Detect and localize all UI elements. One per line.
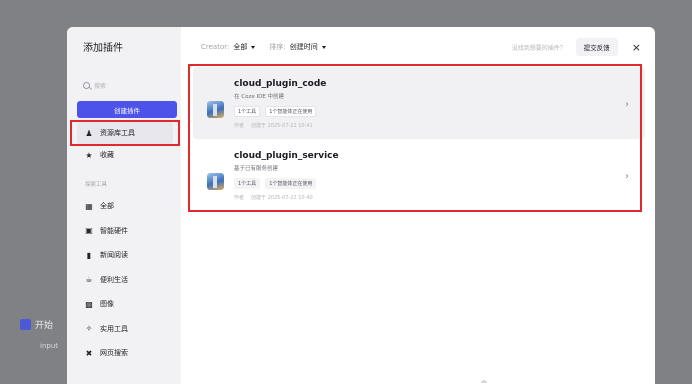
plugin-name: cloud_plugin_service: [234, 151, 339, 161]
plugin-created-at: 创建于 2025-07-22 10:40: [251, 195, 313, 201]
filter-bar: Creator: 全部 排序: 创建时间 没找到想要的插件？ 提交反馈 ×: [181, 27, 655, 67]
submit-feedback-button[interactable]: 提交反馈: [575, 38, 618, 56]
chevron-right-icon[interactable]: ›: [625, 171, 629, 182]
chevron-right-icon[interactable]: ›: [625, 99, 629, 110]
highlight-box-library-tools: [70, 120, 180, 146]
sidebar-item-image[interactable]: ▩ 图像: [77, 292, 173, 317]
missing-plugin-link[interactable]: 没找到想要的插件？: [512, 43, 566, 52]
book-icon: ▮: [86, 250, 92, 260]
coffee-icon: ☕: [85, 275, 93, 285]
sidebar-item-label: 实用工具: [100, 324, 128, 333]
sidebar-item-favorites[interactable]: ★ 收藏: [77, 144, 173, 166]
sidebar-item-web-search[interactable]: ✖ 网页搜索: [77, 341, 173, 366]
sidebar-item-label: 图像: [100, 300, 114, 309]
sidebar-item-label: 智能硬件: [100, 226, 128, 235]
sidebar-item-all[interactable]: ▦ 全部: [77, 194, 173, 219]
sort-filter[interactable]: 排序: 创建时间: [269, 42, 326, 52]
chevron-down-icon: [251, 45, 256, 49]
plugin-author: 作者: [234, 123, 245, 129]
plugin-avatar: [207, 101, 224, 118]
dialog-title: 添加插件: [83, 43, 123, 54]
plugin-created-at: 创建于 2025-07-22 10:41: [251, 123, 313, 129]
search-icon: [83, 81, 90, 89]
sort-filter-label: 排序:: [269, 43, 286, 51]
tool-count-tag: 1个工具: [234, 178, 261, 189]
sidebar-item-smart-hardware[interactable]: ▣ 智能硬件: [77, 219, 173, 244]
workflow-start-node[interactable]: 开始: [20, 318, 53, 331]
sidebar-item-label: 全部: [100, 202, 114, 211]
plugin-list: cloud_plugin_code 在 Coze IDE 中创建 1个工具 1个…: [181, 64, 655, 212]
plugin-card[interactable]: cloud_plugin_code 在 Coze IDE 中创建 1个工具 1个…: [193, 67, 645, 139]
start-node-input-label: input: [40, 342, 59, 350]
start-node-label: 开始: [35, 321, 54, 331]
add-plugin-dialog: 添加插件 搜索 创建插件 ♟ 资源库工具 ★ 收藏 探索工具 ▦ 全部 ▣ 智能…: [67, 27, 655, 384]
scroll-indicator: [481, 380, 487, 383]
close-icon[interactable]: ×: [632, 41, 641, 54]
chip-icon: ▣: [85, 226, 93, 236]
plugin-card[interactable]: cloud_plugin_service 基于已有服务创建 1个工具 1个智能体…: [193, 139, 645, 211]
sidebar-item-lifestyle[interactable]: ☕ 便利生活: [77, 268, 173, 293]
tool-count-tag: 1个工具: [234, 106, 261, 117]
creator-filter-value: 全部: [233, 43, 248, 51]
sidebar-item-label: 便利生活: [100, 275, 128, 284]
plugin-name: cloud_plugin_code: [234, 79, 327, 89]
plugin-description: 基于已有服务创建: [234, 166, 279, 172]
sidebar-item-label: 新闻阅读: [100, 251, 128, 260]
wrench-icon: ✧: [85, 324, 93, 334]
grid-icon: ▦: [85, 201, 93, 211]
explore-group-label: 探索工具: [85, 182, 108, 188]
star-icon: ★: [85, 150, 93, 160]
dialog-main: Creator: 全部 排序: 创建时间 没找到想要的插件？ 提交反馈 × cl…: [181, 27, 655, 384]
creator-filter-label: Creator:: [201, 43, 230, 51]
plugin-avatar: [207, 173, 224, 190]
image-icon: ▩: [85, 299, 93, 309]
sidebar-item-utilities[interactable]: ✧ 实用工具: [77, 317, 173, 342]
dialog-sidebar: 添加插件 搜索 创建插件 ♟ 资源库工具 ★ 收藏 探索工具 ▦ 全部 ▣ 智能…: [67, 27, 181, 384]
search-placeholder: 搜索: [94, 82, 107, 90]
sidebar-item-news[interactable]: ▮ 新闻阅读: [77, 243, 173, 268]
sidebar-item-label: 收藏: [100, 151, 114, 159]
search-input[interactable]: 搜索: [77, 76, 173, 94]
usage-tag: 1个智能体正在使用: [265, 106, 317, 117]
create-plugin-button[interactable]: 创建插件: [77, 101, 177, 118]
start-node-icon: [20, 319, 31, 330]
usage-tag: 1个智能体正在使用: [265, 178, 317, 189]
cross-icon: ✖: [85, 348, 93, 358]
sort-filter-value: 创建时间: [289, 43, 318, 51]
creator-filter[interactable]: Creator: 全部: [201, 42, 256, 52]
plugin-description: 在 Coze IDE 中创建: [234, 94, 285, 100]
sidebar-item-label: 网页搜索: [100, 349, 128, 358]
chevron-down-icon: [321, 45, 326, 49]
plugin-author: 作者: [234, 195, 245, 201]
